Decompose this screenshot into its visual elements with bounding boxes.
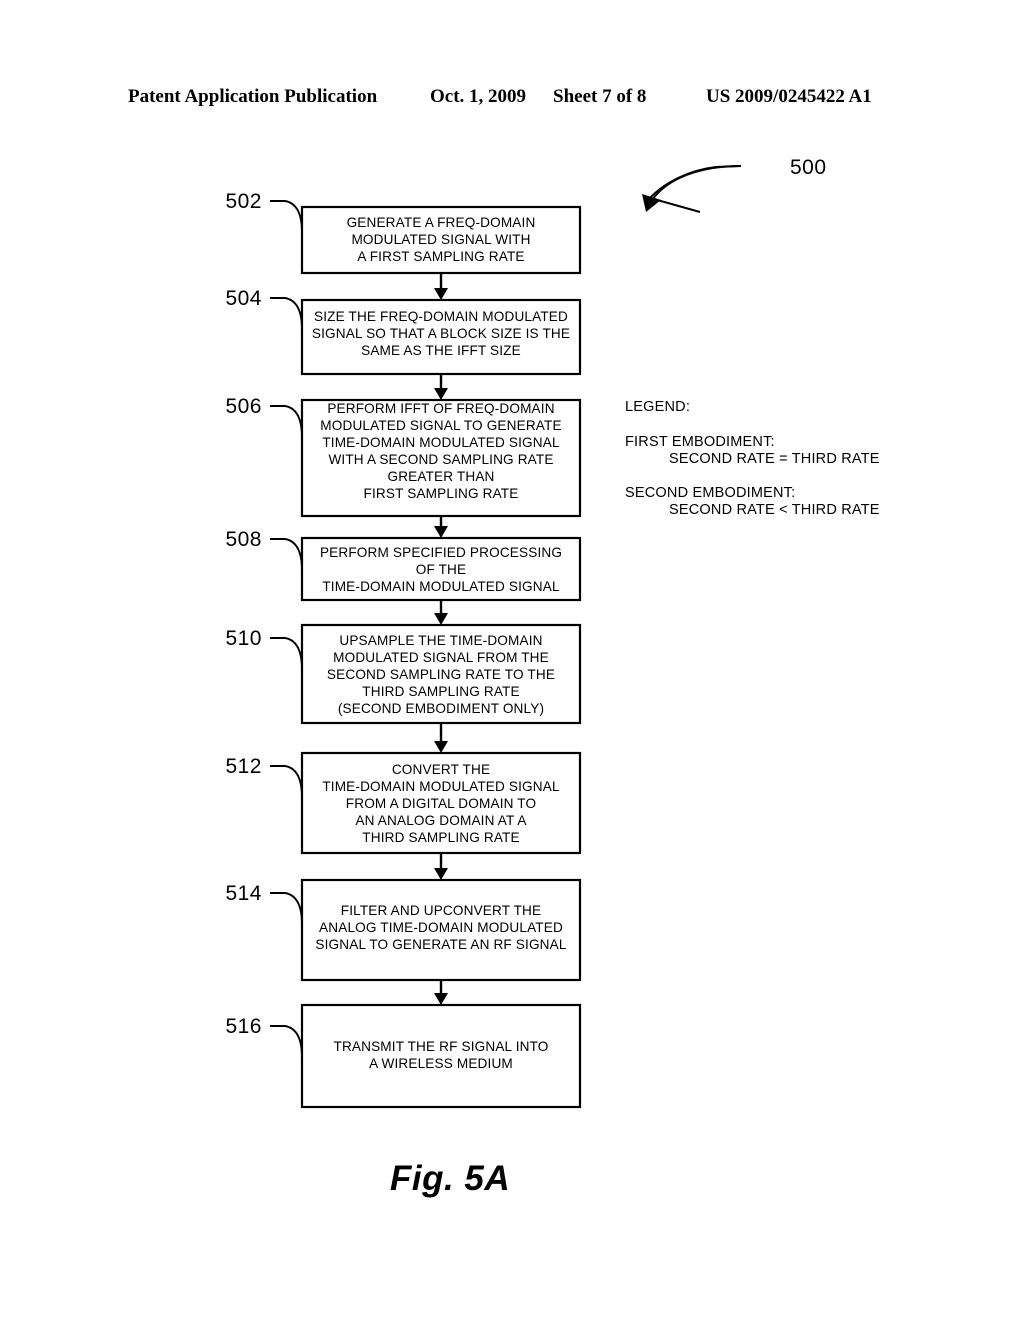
flow-node-504-ref-label: 504: [225, 287, 262, 310]
flow-node-508-line-2: TIME-DOMAIN MODULATED SIGNAL: [322, 579, 560, 594]
flow-node-510-line-2: SECOND SAMPLING RATE TO THE: [327, 667, 555, 682]
flow-node-508[interactable]: PERFORM SPECIFIED PROCESSING OF THE TIME…: [300, 536, 582, 602]
flow-node-510-line-0: UPSAMPLE THE TIME-DOMAIN: [339, 633, 542, 648]
flow-node-506-line-1: MODULATED SIGNAL TO GENERATE: [320, 418, 561, 433]
flow-node-506-leader: [270, 405, 303, 438]
figure-5a: 500 GENERATE A FREQ-DOMAIN MODULATED SIG…: [0, 0, 1024, 1320]
flow-node-512-ref: 512: [225, 755, 303, 798]
flow-node-504-ref: 504: [225, 287, 303, 330]
flow-node-510-line-1: MODULATED SIGNAL FROM THE: [333, 650, 549, 665]
flow-node-502-leader: [270, 200, 303, 233]
flow-node-512-ref-label: 512: [225, 755, 262, 778]
flow-node-502-line-2: A FIRST SAMPLING RATE: [357, 249, 524, 264]
connector-504-506: [434, 374, 448, 400]
legend-title: LEGEND:: [625, 399, 690, 415]
legend-entry-1-heading: SECOND EMBODIMENT:: [625, 485, 795, 501]
flow-node-502-ref-label: 502: [225, 190, 262, 213]
diagram-ref-500-curve: [651, 165, 742, 201]
flow-node-502[interactable]: GENERATE A FREQ-DOMAIN MODULATED SIGNAL …: [300, 205, 582, 275]
flow-node-504-line-0: SIZE THE FREQ-DOMAIN MODULATED: [314, 309, 568, 324]
flow-node-510[interactable]: UPSAMPLE THE TIME-DOMAIN MODULATED SIGNA…: [300, 623, 582, 725]
flow-node-514-line-2: SIGNAL TO GENERATE AN RF SIGNAL: [315, 937, 566, 952]
flow-node-516-line-1: A WIRELESS MEDIUM: [369, 1056, 513, 1071]
flow-node-508-line-1: OF THE: [416, 562, 467, 577]
flow-node-514-line-0: FILTER AND UPCONVERT THE: [341, 903, 542, 918]
flow-node-512-line-0: CONVERT THE: [392, 762, 490, 777]
flow-node-510-ref: 510: [225, 627, 303, 670]
flow-node-504-line-2: SAME AS THE IFFT SIZE: [361, 343, 521, 358]
connector-508-510: [434, 600, 448, 625]
flow-node-510-line-4: (SECOND EMBODIMENT ONLY): [338, 701, 544, 716]
legend-block: LEGEND: FIRST EMBODIMENT: SECOND RATE = …: [625, 399, 880, 518]
flow-node-512-line-3: AN ANALOG DOMAIN AT A: [355, 813, 527, 828]
figure-caption: Fig. 5A: [390, 1159, 511, 1198]
flow-node-502-line-1: MODULATED SIGNAL WITH: [351, 232, 530, 247]
connector-510-512: [434, 723, 448, 753]
flow-node-504[interactable]: SIZE THE FREQ-DOMAIN MODULATED SIGNAL SO…: [300, 298, 582, 376]
flow-node-508-ref-label: 508: [225, 528, 262, 551]
flow-node-502-ref: 502: [225, 190, 303, 233]
flow-node-516[interactable]: TRANSMIT THE RF SIGNAL INTO A WIRELESS M…: [300, 1003, 582, 1109]
flow-node-514[interactable]: FILTER AND UPCONVERT THE ANALOG TIME-DOM…: [300, 878, 582, 982]
flow-node-506[interactable]: PERFORM IFFT OF FREQ-DOMAIN MODULATED SI…: [300, 398, 582, 518]
connector-502-504: [434, 273, 448, 300]
flow-node-508-line-0: PERFORM SPECIFIED PROCESSING: [320, 545, 562, 560]
flow-node-506-line-3: WITH A SECOND SAMPLING RATE: [328, 452, 553, 467]
legend-entry-0-heading: FIRST EMBODIMENT:: [625, 434, 775, 450]
flow-node-510-leader: [270, 637, 303, 670]
flow-node-506-ref-label: 506: [225, 395, 262, 418]
flow-node-514-leader: [270, 892, 303, 925]
diagram-ref-500-callout: 500: [642, 156, 827, 213]
flow-node-514-ref-label: 514: [225, 882, 262, 905]
flow-node-510-ref-label: 510: [225, 627, 262, 650]
flow-node-506-ref: 506: [225, 395, 303, 438]
flow-node-506-line-5: FIRST SAMPLING RATE: [364, 486, 519, 501]
flow-node-514-line-1: ANALOG TIME-DOMAIN MODULATED: [319, 920, 563, 935]
flow-node-506-line-2: TIME-DOMAIN MODULATED SIGNAL: [322, 435, 560, 450]
connector-512-514: [434, 853, 448, 880]
flow-node-508-leader: [270, 538, 303, 571]
flow-node-516-leader: [270, 1025, 303, 1058]
flowchart-svg: 500 GENERATE A FREQ-DOMAIN MODULATED SIG…: [225, 156, 880, 1109]
flow-node-516-ref: 516: [225, 1015, 303, 1058]
flow-node-504-line-1: SIGNAL SO THAT A BLOCK SIZE IS THE: [312, 326, 570, 341]
flow-node-506-line-4: GREATER THAN: [387, 469, 494, 484]
connector-514-516: [434, 980, 448, 1005]
flow-node-508-ref: 508: [225, 528, 303, 571]
flow-node-512-line-1: TIME-DOMAIN MODULATED SIGNAL: [322, 779, 560, 794]
flow-node-516-line-0: TRANSMIT THE RF SIGNAL INTO: [333, 1039, 548, 1054]
flow-node-514-ref: 514: [225, 882, 303, 925]
flow-node-504-leader: [270, 297, 303, 330]
flow-node-512-line-2: FROM A DIGITAL DOMAIN TO: [346, 796, 536, 811]
connector-506-508: [434, 516, 448, 538]
flow-node-512-leader: [270, 765, 303, 798]
diagram-ref-500-label: 500: [790, 156, 827, 179]
flow-node-502-line-0: GENERATE A FREQ-DOMAIN: [347, 215, 536, 230]
flow-node-512-line-4: THIRD SAMPLING RATE: [362, 830, 519, 845]
flow-node-516-ref-label: 516: [225, 1015, 262, 1038]
legend-entry-0-detail: SECOND RATE = THIRD RATE: [669, 451, 880, 467]
flow-node-512[interactable]: CONVERT THE TIME-DOMAIN MODULATED SIGNAL…: [300, 751, 582, 855]
flow-node-510-line-3: THIRD SAMPLING RATE: [362, 684, 519, 699]
flow-node-506-line-0: PERFORM IFFT OF FREQ-DOMAIN: [327, 401, 554, 416]
legend-entry-1-detail: SECOND RATE < THIRD RATE: [669, 502, 880, 518]
